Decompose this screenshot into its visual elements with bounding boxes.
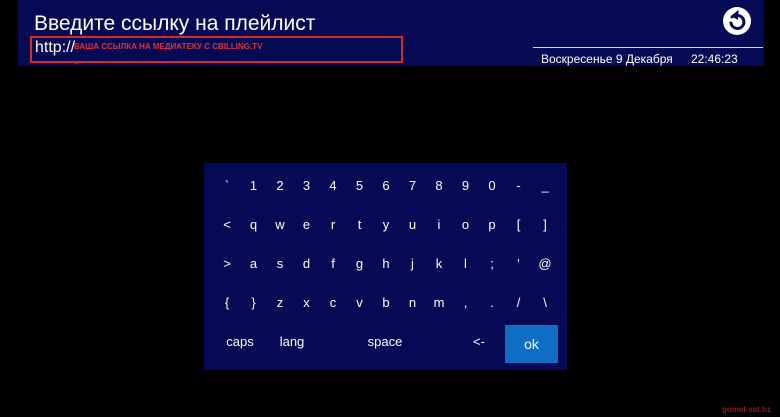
key[interactable]: r [320,212,346,238]
key[interactable]: a [241,251,267,277]
time-label: 22:46:23 [691,52,738,66]
text-caret: _ [74,54,80,64]
key[interactable]: [ [506,212,532,238]
header-bar: Введите ссылку на плейлист http:// ВАША … [18,0,764,66]
key[interactable]: u [400,212,426,238]
key[interactable]: . [479,290,505,316]
key[interactable]: 7 [400,173,426,199]
key[interactable]: , [453,290,479,316]
key[interactable]: 4 [320,173,346,199]
url-input[interactable]: http:// ВАША ССЫЛКА НА МЕДИАТЕКУ С CBILL… [30,36,403,64]
key[interactable]: 8 [426,173,452,199]
key[interactable]: b [373,290,399,316]
key[interactable]: g [347,251,373,277]
key[interactable]: ; [479,251,505,277]
key[interactable]: k [426,251,452,277]
ok-button[interactable]: ok [505,325,558,363]
key[interactable]: @ [532,251,558,277]
key-space[interactable]: space [355,329,415,355]
key[interactable]: 3 [294,173,320,199]
key[interactable]: o [453,212,479,238]
key-caps[interactable]: caps [210,329,270,355]
key[interactable]: - [506,173,532,199]
key[interactable]: c [320,290,346,316]
key[interactable]: s [267,251,293,277]
key[interactable]: { [214,290,240,316]
key[interactable]: / [506,290,532,316]
key-lang[interactable]: lang [262,329,322,355]
key[interactable]: v [347,290,373,316]
key[interactable]: ] [532,212,558,238]
key[interactable]: j [400,251,426,277]
url-prefix: http:// [35,39,76,56]
key[interactable]: x [294,290,320,316]
key[interactable]: _ [532,173,558,199]
on-screen-keyboard: ` 1 2 3 4 5 6 7 8 9 0- _ < q w e r t y u i o p[] > a s d f g h j k l; ' @ {… [204,163,567,370]
back-arrow-icon [729,9,746,30]
key[interactable]: 5 [347,173,373,199]
key[interactable]: d [294,251,320,277]
key[interactable]: h [373,251,399,277]
key[interactable]: ` [214,173,240,199]
key[interactable]: f [320,251,346,277]
key[interactable]: 1 [241,173,267,199]
key[interactable]: n [400,290,426,316]
key[interactable]: \ [532,290,558,316]
key[interactable]: y [373,212,399,238]
key[interactable]: } [241,290,267,316]
key[interactable]: < [214,212,240,238]
key[interactable]: 6 [373,173,399,199]
key[interactable]: i [426,212,452,238]
key[interactable]: 9 [453,173,479,199]
key[interactable]: e [294,212,320,238]
key[interactable]: 0 [479,173,505,199]
key[interactable]: 2 [267,173,293,199]
key[interactable]: q [241,212,267,238]
key[interactable]: > [214,251,240,277]
key[interactable]: z [267,290,293,316]
key[interactable]: m [426,290,452,316]
back-button[interactable] [723,7,751,35]
header-divider [533,47,763,48]
date-label: Воскресенье 9 Декабря [541,52,673,66]
url-hint-text: ВАША ССЫЛКА НА МЕДИАТЕКУ С CBILLING.TV [74,42,263,51]
page-title: Введите ссылку на плейлист [34,12,316,35]
key[interactable]: t [347,212,373,238]
key[interactable]: w [267,212,293,238]
watermark: gomel-sat.bz [722,405,771,414]
key-backspace[interactable]: <- [449,329,509,355]
key[interactable]: ' [506,251,532,277]
key[interactable]: p [479,212,505,238]
key[interactable]: l [453,251,479,277]
